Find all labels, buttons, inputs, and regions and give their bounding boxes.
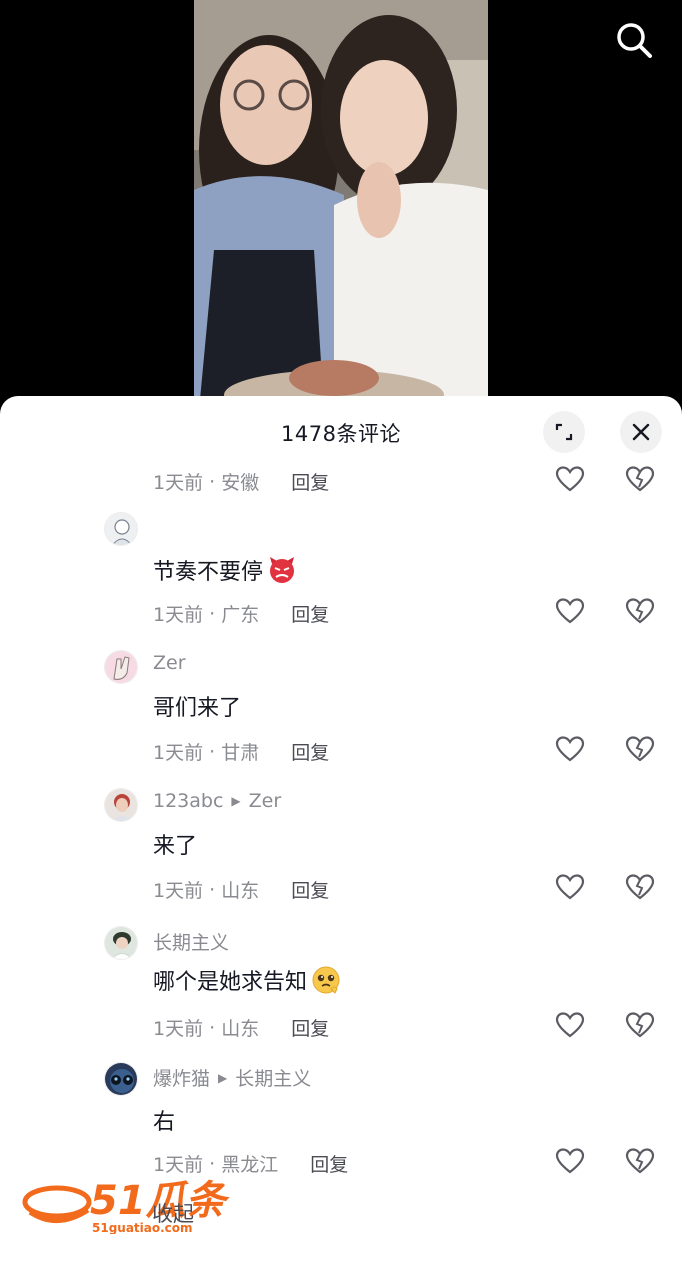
avatar-image	[105, 1063, 137, 1095]
avatar[interactable]	[104, 1062, 138, 1096]
comment-username[interactable]: 长期主义	[153, 928, 229, 955]
comment-meta: 1天前 · 广东 回复	[153, 600, 329, 627]
reply-to-username[interactable]: Zer	[249, 790, 282, 812]
avatar[interactable]	[104, 512, 138, 546]
comment-time: 1天前	[153, 880, 204, 902]
reply-to-username[interactable]: 长期主义	[235, 1064, 311, 1091]
heart-outline-icon[interactable]	[555, 465, 585, 493]
broken-heart-icon[interactable]	[625, 735, 655, 763]
reply-arrow-icon: ▶	[231, 794, 241, 808]
pleading-face-emoji	[312, 966, 340, 994]
close-icon	[632, 423, 650, 441]
reply-button[interactable]: 回复	[291, 876, 329, 903]
broken-heart-icon[interactable]	[625, 597, 655, 625]
avatar-image	[105, 513, 137, 545]
broken-heart-icon[interactable]	[625, 873, 655, 901]
heart-outline-icon[interactable]	[555, 597, 585, 625]
comment-text: 哥们来了	[153, 696, 242, 721]
comment-meta: 1天前 · 安徽 回复	[153, 468, 329, 495]
expand-button[interactable]	[543, 411, 585, 453]
collapse-button[interactable]: 收起	[152, 1198, 194, 1228]
comment-username-row: Zer	[153, 652, 186, 674]
search-icon	[617, 23, 652, 58]
video-player[interactable]	[194, 0, 488, 410]
meta-dot: ·	[203, 878, 222, 901]
comment-username[interactable]: Zer	[153, 652, 186, 674]
comment-item: 爆炸猫 ▶ 长期主义 右 1天前 · 黑龙江 回复	[0, 1062, 682, 1182]
heart-outline-icon[interactable]	[555, 735, 585, 763]
comment-item: 节奏不要停 1天前 · 广东 回复	[0, 512, 682, 632]
comment-text: 哪个是她求告知	[153, 970, 308, 995]
comment-meta: 1天前 · 山东 回复	[153, 1014, 329, 1041]
comment-location: 山东	[221, 880, 260, 902]
avatar-image	[105, 927, 137, 959]
comment-item: 1天前 · 安徽 回复	[0, 462, 682, 502]
comment-location: 安徽	[221, 472, 260, 494]
comment-username-row: 爆炸猫 ▶ 长期主义	[153, 1064, 311, 1091]
comment-time: 1天前	[153, 604, 204, 626]
comment-item: 长期主义 哪个是她求告知 1天前 · 山东 回复	[0, 926, 682, 1046]
comment-location: 甘肃	[221, 742, 260, 764]
comment-meta: 1天前 · 甘肃 回复	[153, 738, 329, 765]
avatar[interactable]	[104, 788, 138, 822]
avatar[interactable]	[104, 650, 138, 684]
video-frame	[194, 0, 488, 410]
search-button[interactable]	[612, 18, 656, 62]
angry-devil-emoji	[270, 557, 295, 583]
comment-item: Zer 哥们来了 1天前 · 甘肃 回复	[0, 650, 682, 770]
comment-time: 1天前	[153, 472, 204, 494]
comment-username-row: 123abc ▶ Zer	[153, 790, 281, 812]
broken-heart-icon[interactable]	[625, 465, 655, 493]
comment-username[interactable]: 123abc	[153, 790, 223, 812]
avatar-image	[105, 789, 137, 821]
heart-outline-icon[interactable]	[555, 1011, 585, 1039]
comment-sheet: 1478条评论 1天前 · 安徽 回复 节奏不要停 1天前 · 广东 回复 Ze…	[0, 396, 682, 1280]
meta-dot: ·	[203, 470, 222, 493]
broken-heart-icon[interactable]	[625, 1147, 655, 1175]
comment-item: 123abc ▶ Zer 来了 1天前 · 山东 回复	[0, 788, 682, 908]
comment-text: 来了	[153, 834, 198, 859]
comment-text-row: 哥们来了	[153, 690, 241, 722]
comment-meta: 1天前 · 山东 回复	[153, 876, 329, 903]
comment-time: 1天前	[153, 1018, 204, 1040]
meta-dot: ·	[203, 602, 222, 625]
comment-text-row: 节奏不要停	[153, 554, 297, 586]
comment-text: 节奏不要停	[153, 560, 264, 585]
comment-location: 广东	[221, 604, 260, 626]
avatar[interactable]	[104, 926, 138, 960]
heart-outline-icon[interactable]	[555, 873, 585, 901]
comment-location: 山东	[221, 1018, 260, 1040]
broken-heart-icon[interactable]	[625, 1011, 655, 1039]
watermark-logo: 51瓜条 51guatiao.com	[22, 1178, 231, 1234]
comment-text-row: 哪个是她求告知	[153, 964, 341, 996]
comment-text-row: 来了	[153, 828, 197, 860]
meta-dot: ·	[203, 1016, 222, 1039]
comment-username-row: 长期主义	[153, 928, 229, 955]
comment-time: 1天前	[153, 742, 204, 764]
comment-username[interactable]: 爆炸猫	[153, 1064, 210, 1091]
meta-dot: ·	[203, 740, 222, 763]
close-button[interactable]	[620, 411, 662, 453]
reply-button[interactable]: 回复	[291, 468, 329, 495]
heart-outline-icon[interactable]	[555, 1147, 585, 1175]
reply-button[interactable]: 回复	[310, 1150, 348, 1177]
comment-text-row: 右	[153, 1104, 175, 1136]
comment-text: 右	[153, 1110, 176, 1135]
reply-button[interactable]: 回复	[291, 738, 329, 765]
reply-button[interactable]: 回复	[291, 1014, 329, 1041]
avatar-image	[105, 651, 137, 683]
expand-icon	[555, 423, 573, 441]
reply-button[interactable]: 回复	[291, 600, 329, 627]
reply-arrow-icon: ▶	[218, 1070, 228, 1085]
